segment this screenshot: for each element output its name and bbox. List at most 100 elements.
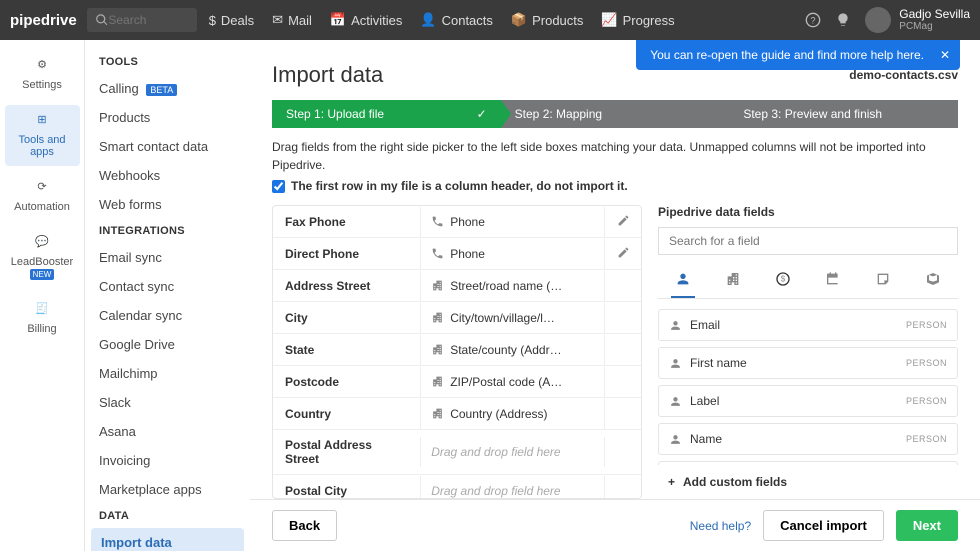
- file-name: demo-contacts.csv: [849, 68, 958, 82]
- field-item[interactable]: First namePERSON: [658, 347, 958, 379]
- sidebar-item-products[interactable]: Products: [85, 103, 250, 132]
- person-icon: [669, 395, 682, 408]
- mapped-field[interactable]: Country (Address): [420, 399, 605, 429]
- avatar: [865, 7, 891, 33]
- back-button[interactable]: Back: [272, 510, 337, 541]
- tab-activity[interactable]: [821, 265, 845, 298]
- sidebar-item-contact-sync[interactable]: Contact sync: [85, 272, 250, 301]
- mapped-field[interactable]: State/county (Addr…: [420, 335, 605, 365]
- footer: Back Need help? Cancel import Next: [250, 499, 980, 551]
- global-search[interactable]: [87, 8, 197, 32]
- logo: pipedrive: [10, 12, 77, 29]
- leftbar-tools-and-apps[interactable]: ⊞Tools and apps: [5, 105, 80, 166]
- field-picker: Pipedrive data fields EmailPERSONFirst n…: [658, 205, 958, 499]
- cancel-import-button[interactable]: Cancel import: [763, 510, 884, 541]
- banner-close[interactable]: ✕: [940, 48, 950, 62]
- mapped-field[interactable]: City/town/village/l…: [420, 303, 605, 333]
- source-column: Postcode: [273, 367, 420, 397]
- pencil-icon: [617, 214, 630, 227]
- org-icon: [431, 343, 444, 356]
- sidebar-item-mailchimp[interactable]: Mailchimp: [85, 359, 250, 388]
- leftbar: ⚙Settings ⊞Tools and apps ⟳Automation 💬Lead…: [0, 40, 85, 551]
- topnav: $Deals ✉Mail 📅Activities 👤Contacts 📦Products…: [209, 12, 806, 28]
- org-icon: [431, 375, 444, 388]
- leftbar-billing[interactable]: 🧾Billing: [5, 294, 80, 343]
- mapping-row: Postal CityDrag and drop field here: [273, 475, 641, 499]
- mapped-field[interactable]: ZIP/Postal code (A…: [420, 367, 605, 397]
- mapped-field[interactable]: Phone: [420, 239, 605, 269]
- org-icon: [431, 311, 444, 324]
- nav-deals[interactable]: $Deals: [209, 13, 254, 28]
- edit-mapping[interactable]: [605, 214, 641, 230]
- banner-text: You can re-open the guide and find more …: [650, 48, 924, 62]
- need-help-link[interactable]: Need help?: [690, 519, 751, 533]
- nav-contacts[interactable]: 👤Contacts: [420, 12, 493, 28]
- user-name: Gadjo Sevilla: [899, 8, 970, 21]
- sidebar-item-google-drive[interactable]: Google Drive: [85, 330, 250, 359]
- user-sub: PCMag: [899, 21, 970, 32]
- tab-deal[interactable]: [771, 265, 795, 298]
- sidebar-item-calling[interactable]: Calling BETA: [85, 74, 250, 103]
- field-list: EmailPERSON First namePERSON LabelPERSON Na…: [658, 309, 958, 465]
- tab-person[interactable]: [671, 265, 695, 298]
- mapping-row: CityCity/town/village/l…: [273, 302, 641, 334]
- sidebar-item-webhooks[interactable]: Webhooks: [85, 161, 250, 190]
- nav-products[interactable]: 📦Products: [511, 12, 584, 28]
- mapping-row: Fax PhonePhone: [273, 206, 641, 238]
- source-column: State: [273, 335, 420, 365]
- instruction-text: Drag fields from the right side picker t…: [272, 138, 958, 174]
- content: You can re-open the guide and find more …: [250, 40, 980, 551]
- header-row-input[interactable]: [272, 180, 285, 193]
- add-custom-fields[interactable]: +Add custom fields: [658, 465, 958, 499]
- leftbar-automation[interactable]: ⟳Automation: [5, 172, 80, 221]
- field-item[interactable]: NamePERSON: [658, 423, 958, 455]
- tips-icon[interactable]: [835, 12, 851, 28]
- help-banner: You can re-open the guide and find more …: [636, 40, 960, 70]
- tab-org[interactable]: [721, 265, 745, 298]
- sidebar-item-asana[interactable]: Asana: [85, 417, 250, 446]
- sidebar-heading: TOOLS: [85, 50, 250, 74]
- sidebar-item-invoicing[interactable]: Invoicing: [85, 446, 250, 475]
- field-search-input[interactable]: [658, 227, 958, 255]
- tab-note[interactable]: [871, 265, 895, 298]
- mapped-field[interactable]: Phone: [420, 207, 605, 237]
- field-item[interactable]: LabelPERSON: [658, 385, 958, 417]
- help-icon[interactable]: ?: [805, 12, 821, 28]
- phone-icon: [431, 247, 444, 260]
- search-icon: [95, 12, 109, 28]
- field-item[interactable]: EmailPERSON: [658, 309, 958, 341]
- step: Step 1: Upload file✓: [272, 100, 501, 128]
- nav-progress[interactable]: 📈Progress: [601, 12, 674, 28]
- sidebar-item-calendar-sync[interactable]: Calendar sync: [85, 301, 250, 330]
- mapping-row: Postal Address StreetDrag and drop field…: [273, 430, 641, 475]
- sidebar-item-slack[interactable]: Slack: [85, 388, 250, 417]
- source-column: Fax Phone: [273, 207, 420, 237]
- nav-activities[interactable]: 📅Activities: [330, 12, 402, 28]
- sidebar-item-marketplace-apps[interactable]: Marketplace apps: [85, 475, 250, 504]
- sidebar-item-web-forms[interactable]: Web forms: [85, 190, 250, 219]
- sidebar-item-smart-contact-data[interactable]: Smart contact data: [85, 132, 250, 161]
- sidebar-item-import-data[interactable]: Import data: [91, 528, 244, 551]
- mapped-field[interactable]: Street/road name (…: [420, 271, 605, 301]
- leftbar-settings[interactable]: ⚙Settings: [5, 50, 80, 99]
- header-row-checkbox[interactable]: The first row in my file is a column hea…: [272, 177, 958, 195]
- sidebar-item-email-sync[interactable]: Email sync: [85, 243, 250, 272]
- tab-product[interactable]: [921, 265, 945, 298]
- source-column: Postal Address Street: [273, 430, 420, 474]
- mapping-row: Direct PhonePhone: [273, 238, 641, 270]
- next-button[interactable]: Next: [896, 510, 958, 541]
- step: Step 2: Mapping: [501, 100, 730, 128]
- edit-mapping[interactable]: [605, 246, 641, 262]
- user-menu[interactable]: Gadjo Sevilla PCMag: [865, 7, 970, 33]
- search-input[interactable]: [108, 13, 188, 27]
- mapping-row: PostcodeZIP/Postal code (A…: [273, 366, 641, 398]
- drop-target[interactable]: Drag and drop field here: [420, 476, 605, 500]
- mail-icon: ✉: [272, 12, 283, 28]
- leftbar-leadbooster[interactable]: 💬LeadBooster NEW: [5, 227, 80, 288]
- drop-target[interactable]: Drag and drop field here: [420, 437, 605, 467]
- nav-mail[interactable]: ✉Mail: [272, 12, 312, 28]
- pencil-icon: [617, 246, 630, 259]
- sidebar: TOOLSCalling BETAProductsSmart contact d…: [85, 40, 250, 551]
- person-icon: [669, 433, 682, 446]
- field-category-tabs: [658, 265, 958, 299]
